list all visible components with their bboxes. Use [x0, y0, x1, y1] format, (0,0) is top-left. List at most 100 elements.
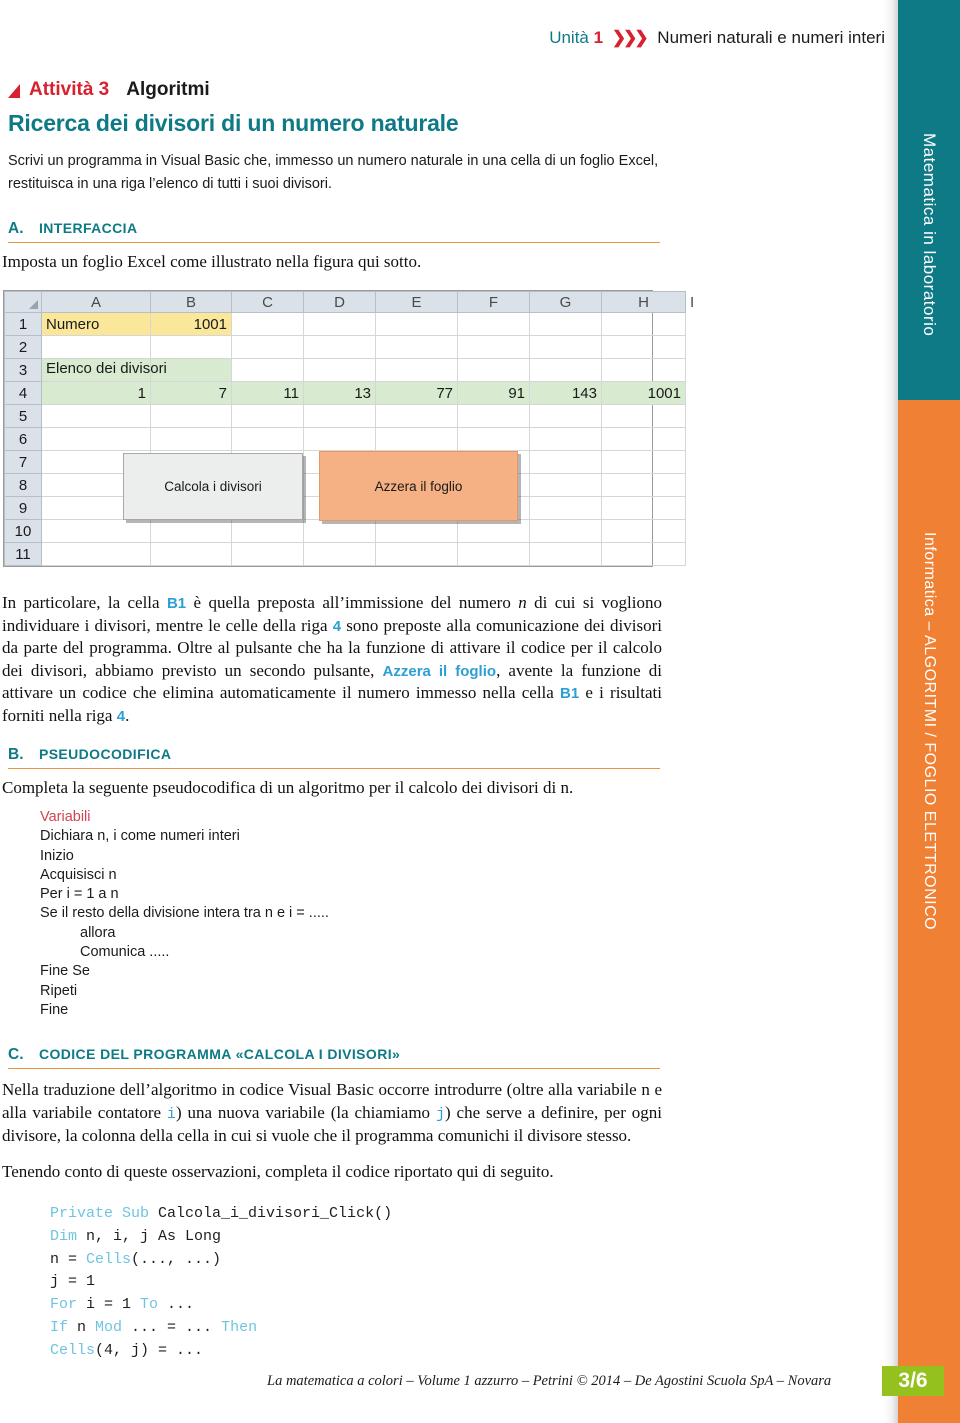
excel-rowhdr-10[interactable]: 10	[4, 519, 42, 543]
excel-cell-C4[interactable]: 11	[231, 381, 304, 405]
excel-cell-H7[interactable]	[601, 450, 686, 474]
btn-ref-azzera: Azzera il foglio	[382, 662, 497, 680]
excel-cell-G5[interactable]	[529, 404, 602, 428]
excel-cell-E1[interactable]	[375, 312, 458, 336]
excel-cell-D4[interactable]: 13	[303, 381, 376, 405]
excel-cell-F3[interactable]	[457, 358, 530, 382]
excel-cell-E10[interactable]	[375, 519, 458, 543]
excel-cell-A4[interactable]: 1	[41, 381, 151, 405]
excel-rowhdr-5[interactable]: 5	[4, 404, 42, 428]
excel-cell-F2[interactable]	[457, 335, 530, 359]
excel-cell-E5[interactable]	[375, 404, 458, 428]
excel-cell-F11[interactable]	[457, 542, 530, 566]
excel-cell-B11[interactable]	[150, 542, 232, 566]
excel-cell-C11[interactable]	[231, 542, 304, 566]
excel-rowhdr-2[interactable]: 2	[4, 335, 42, 359]
excel-rowhdr-7[interactable]: 7	[4, 450, 42, 474]
excel-cell-A3[interactable]: Elenco dei divisori	[41, 358, 167, 382]
excel-cell-G6[interactable]	[529, 427, 602, 451]
excel-cell-C6[interactable]	[231, 427, 304, 451]
excel-cell-D2[interactable]	[303, 335, 376, 359]
excel-cell-B2[interactable]	[150, 335, 232, 359]
excel-cell-E2[interactable]	[375, 335, 458, 359]
excel-cell-C1[interactable]	[231, 312, 304, 336]
excel-cell-G8[interactable]	[529, 473, 602, 497]
sidebar-bands: Matematica in laboratorio Informatica – …	[898, 0, 960, 1423]
excel-cell-G7[interactable]	[529, 450, 602, 474]
excel-cell-D5[interactable]	[303, 404, 376, 428]
excel-col-C[interactable]: C	[231, 291, 304, 313]
excel-cell-A11[interactable]	[41, 542, 151, 566]
excel-cell-C5[interactable]	[231, 404, 304, 428]
excel-col-B[interactable]: B	[150, 291, 232, 313]
excel-col-A[interactable]: A	[41, 291, 151, 313]
excel-cell-H2[interactable]	[601, 335, 686, 359]
excel-cell-F5[interactable]	[457, 404, 530, 428]
excel-col-H[interactable]: H	[601, 291, 686, 313]
excel-cell-E4[interactable]: 77	[375, 381, 458, 405]
excel-rowhdr-3[interactable]: 3	[4, 358, 42, 382]
excel-cell-G10[interactable]	[529, 519, 602, 543]
excel-cell-G2[interactable]	[529, 335, 602, 359]
excel-rowhdr-6[interactable]: 6	[4, 427, 42, 451]
section-c-paragraph-1: Nella traduzione dell’algoritmo in codic…	[2, 1079, 662, 1147]
excel-rowhdr-11[interactable]: 11	[4, 542, 42, 566]
excel-cell-H4[interactable]: 1001	[601, 381, 686, 405]
excel-cell-G11[interactable]	[529, 542, 602, 566]
excel-cell-D3[interactable]	[303, 358, 376, 382]
excel-cell-H1[interactable]	[601, 312, 686, 336]
excel-col-F[interactable]: F	[457, 291, 530, 313]
excel-cell-H9[interactable]	[601, 496, 686, 520]
azzera-il-foglio-button[interactable]: Azzera il foglio	[319, 451, 518, 521]
excel-cell-H11[interactable]	[601, 542, 686, 566]
excel-cell-B6[interactable]	[150, 427, 232, 451]
excel-cell-G9[interactable]	[529, 496, 602, 520]
cell-ref-b1-a: B1	[166, 595, 187, 612]
calcola-i-divisori-button[interactable]: Calcola i divisori	[123, 453, 303, 520]
excel-cell-A1[interactable]: Numero	[41, 312, 151, 336]
excel-cell-C2[interactable]	[231, 335, 304, 359]
excel-rowhdr-4[interactable]: 4	[4, 381, 42, 405]
triangle-marker-icon	[8, 84, 20, 98]
excel-cell-F1[interactable]	[457, 312, 530, 336]
excel-cell-B1[interactable]: 1001	[150, 312, 232, 336]
excel-cell-C10[interactable]	[231, 519, 304, 543]
excel-cell-B5[interactable]	[150, 404, 232, 428]
vb-l5-kw2: To	[140, 1296, 168, 1314]
excel-cell-F6[interactable]	[457, 427, 530, 451]
excel-cell-A10[interactable]	[41, 519, 151, 543]
var-n: n	[518, 593, 527, 612]
excel-col-G[interactable]: G	[529, 291, 602, 313]
excel-cell-H6[interactable]	[601, 427, 686, 451]
excel-cell-A2[interactable]	[41, 335, 151, 359]
excel-cell-H5[interactable]	[601, 404, 686, 428]
excel-cell-A6[interactable]	[41, 427, 151, 451]
excel-cell-B4[interactable]: 7	[150, 381, 232, 405]
excel-col-D[interactable]: D	[303, 291, 376, 313]
excel-rowhdr-1[interactable]: 1	[4, 312, 42, 336]
excel-cell-D1[interactable]	[303, 312, 376, 336]
excel-cell-G1[interactable]	[529, 312, 602, 336]
excel-cell-G4[interactable]: 143	[529, 381, 602, 405]
excel-cell-D10[interactable]	[303, 519, 376, 543]
excel-cell-A5[interactable]	[41, 404, 151, 428]
excel-rowhdr-9[interactable]: 9	[4, 496, 42, 520]
excel-cell-D6[interactable]	[303, 427, 376, 451]
excel-cell-F4[interactable]: 91	[457, 381, 530, 405]
excel-cell-H3[interactable]	[601, 358, 686, 382]
excel-cell-B10[interactable]	[150, 519, 232, 543]
excel-cell-H10[interactable]	[601, 519, 686, 543]
excel-cell-E6[interactable]	[375, 427, 458, 451]
excel-col-E[interactable]: E	[375, 291, 458, 313]
mid-p7: .	[125, 706, 130, 726]
excel-cell-C3[interactable]	[231, 358, 304, 382]
sidebar-band-informatica: Informatica – ALGORITMI / FOGLIO ELETTRO…	[898, 400, 960, 1423]
excel-cell-E11[interactable]	[375, 542, 458, 566]
excel-cell-G3[interactable]	[529, 358, 602, 382]
excel-rowhdr-8[interactable]: 8	[4, 473, 42, 497]
excel-cell-D11[interactable]	[303, 542, 376, 566]
excel-cell-E3[interactable]	[375, 358, 458, 382]
excel-cell-F10[interactable]	[457, 519, 530, 543]
excel-cell-H8[interactable]	[601, 473, 686, 497]
excel-select-all-corner[interactable]	[4, 291, 42, 313]
